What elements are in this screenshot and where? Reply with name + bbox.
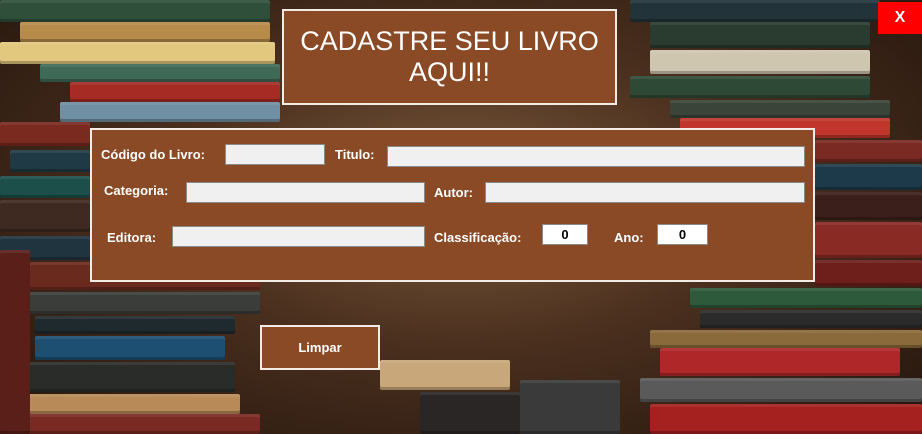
editora-input[interactable] (172, 226, 425, 247)
classificacao-stepper[interactable] (542, 224, 588, 245)
form-title-text: CADASTRE SEU LIVRO AQUI!! (300, 26, 599, 87)
codigo-input[interactable] (225, 144, 325, 165)
classificacao-label: Classificação: (434, 230, 522, 245)
book-form-panel: Código do Livro: Titulo: Categoria: Auto… (90, 128, 815, 282)
autor-input[interactable] (485, 182, 805, 203)
autor-label: Autor: (434, 185, 473, 200)
close-icon: X (894, 9, 906, 26)
clear-button-label: Limpar (298, 340, 342, 355)
categoria-label: Categoria: (104, 183, 169, 198)
ano-stepper[interactable] (657, 224, 708, 245)
codigo-label: Código do Livro: (101, 147, 205, 162)
categoria-input[interactable] (186, 182, 425, 203)
close-button[interactable]: X (878, 2, 922, 34)
ano-label: Ano: (614, 230, 644, 245)
editora-label: Editora: (107, 230, 157, 245)
titulo-input[interactable] (387, 146, 805, 167)
form-title: CADASTRE SEU LIVRO AQUI!! (282, 9, 617, 105)
clear-button[interactable]: Limpar (260, 325, 380, 370)
titulo-label: Titulo: (335, 147, 375, 162)
